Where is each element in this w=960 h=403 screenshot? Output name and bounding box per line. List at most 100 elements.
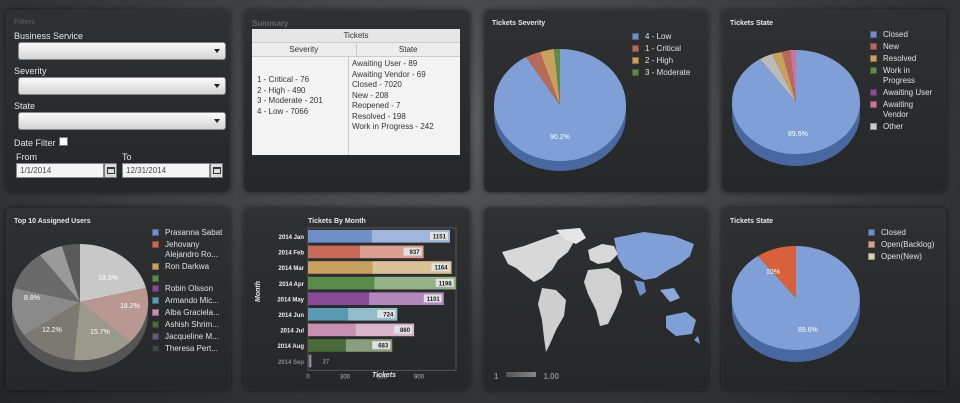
legend-item[interactable]: Open(New) (868, 252, 934, 262)
severity-label: Severity (14, 66, 47, 76)
state-item: Closed - 7020 (352, 80, 402, 89)
summary-table-header: Severity State (252, 43, 460, 57)
legend-item[interactable]: Armando Mic... (152, 296, 228, 306)
value-label: 937 (410, 250, 421, 256)
map-legend-min: 1 (494, 372, 499, 381)
legend-item[interactable]: 2 - High (632, 56, 690, 66)
date-filter-checkbox[interactable] (59, 137, 68, 146)
asia[interactable] (614, 232, 694, 280)
legend-label: 4 - Low (645, 32, 672, 41)
from-label: From (16, 152, 37, 162)
legend-item[interactable]: Ron Darkwa (152, 262, 228, 272)
north-america[interactable] (502, 232, 576, 282)
legend-item[interactable]: 4 - Low (632, 32, 690, 42)
africa[interactable] (584, 268, 622, 326)
legend-label: Open(New) (881, 252, 922, 261)
col-severity: Severity (289, 45, 319, 54)
severity-item: 1 - Critical - 76 (257, 75, 310, 84)
legend-item[interactable]: Jehovany Alejandro Ro... (152, 240, 228, 260)
world-map[interactable] (484, 208, 708, 390)
chevron-down-icon (214, 49, 220, 53)
legend-item[interactable]: Theresa Pert... (152, 344, 228, 354)
south-america[interactable] (538, 288, 566, 352)
from-calendar-button[interactable] (104, 163, 117, 178)
category-label: 2014 Mar (278, 266, 304, 272)
severity-list: 1 - Critical - 76 2 - High - 490 3 - Moder… (257, 75, 323, 117)
pie-label: 8.8% (24, 295, 40, 302)
severity-item: 3 - Moderate - 201 (257, 96, 323, 105)
state-label: State (14, 101, 36, 111)
legend-swatch (152, 285, 159, 292)
legend-item[interactable]: Robin Olsson (152, 284, 228, 294)
legend-label: Armando Mic... (165, 296, 219, 305)
legend-swatch (152, 333, 159, 340)
users-panel: Top 10 Assigned Users 18.3% 18.2% 15.7% … (6, 208, 230, 390)
legend-swatch (868, 229, 875, 236)
legend-item[interactable] (152, 274, 228, 282)
summary-table-title: Tickets (252, 29, 460, 43)
legend-swatch (152, 345, 159, 352)
new-zealand[interactable] (694, 336, 700, 344)
legend-label: Alba Graciela... (165, 308, 220, 317)
europe[interactable] (588, 244, 618, 264)
legend-item[interactable]: New (870, 42, 940, 52)
to-calendar-button[interactable] (210, 163, 223, 178)
business-service-label: Business Service (14, 31, 84, 41)
state-select[interactable] (18, 112, 226, 130)
legend-swatch (870, 31, 877, 38)
to-date-input[interactable]: 12/31/2014 (122, 163, 210, 178)
pie-label: 89.6% (798, 327, 818, 334)
legend-swatch (632, 33, 639, 40)
legend-item[interactable]: 3 - Moderate (632, 68, 690, 78)
legend-item[interactable]: 1 - Critical (632, 44, 690, 54)
pie-label: 89.6% (788, 131, 808, 138)
legend-swatch (870, 89, 877, 96)
legend-item[interactable]: Open(Backlog) (868, 240, 934, 250)
map-legend-gradient (505, 372, 536, 378)
summary-divider (348, 57, 349, 155)
category-label: 2014 Sep (278, 360, 304, 366)
legend-item[interactable]: Jacqueline M... (152, 332, 228, 342)
legend-swatch (870, 101, 877, 108)
legend-item[interactable]: Closed (868, 228, 934, 238)
legend-item[interactable]: Alba Graciela... (152, 308, 228, 318)
state-item: Reopened - 7 (352, 101, 401, 110)
from-date-input[interactable]: 1/1/2014 (16, 163, 104, 178)
legend-item[interactable]: Prasanna Sabat (152, 228, 228, 238)
pie-label: 90.2% (550, 134, 570, 141)
legend-label: Closed (881, 228, 906, 237)
chevron-down-icon (214, 84, 220, 88)
severity-select[interactable] (18, 77, 226, 95)
calendar-icon (107, 167, 115, 174)
state-panel: Tickets State 89.6% Closed New Resolved Wor… (722, 10, 946, 192)
month-panel: Tickets By Month Month 2014 Jan 1151 2014 … (244, 208, 470, 390)
legend-item[interactable]: Closed (870, 30, 940, 40)
legend-item[interactable]: Awaiting User (870, 88, 940, 98)
state-item: Awaiting Vendor - 69 (352, 69, 426, 79)
tick-label: 900 (414, 374, 425, 380)
pie-label: 10% (766, 269, 780, 276)
state-item: New - 208 (352, 90, 389, 100)
legend-swatch (152, 241, 159, 248)
state2-legend: Closed Open(Backlog) Open(New) (868, 228, 934, 264)
tick-label: 300 (340, 374, 351, 380)
legend-label: Awaiting Vendor (883, 100, 914, 119)
to-label: To (122, 152, 132, 162)
legend-item[interactable]: Other (870, 122, 940, 132)
legend-swatch (632, 57, 639, 64)
india[interactable] (634, 280, 646, 296)
legend-item[interactable]: Work in Progress (870, 66, 940, 86)
legend-item[interactable]: Resolved (870, 54, 940, 64)
legend-item[interactable]: Awaiting Vendor (870, 100, 940, 120)
legend-swatch (868, 241, 875, 248)
users-legend: Prasanna Sabat Jehovany Alejandro Ro... Ro… (152, 228, 228, 356)
value-label: 1198 (439, 281, 453, 287)
business-service-select[interactable] (18, 42, 226, 60)
summary-panel: Summary Tickets Severity State 1 - Criti… (244, 10, 470, 192)
australia[interactable] (666, 312, 696, 336)
col-state: State (355, 43, 461, 56)
value-label: 1164 (435, 266, 449, 272)
southeast-asia[interactable] (660, 288, 680, 302)
legend-item[interactable]: Ashish Shrim... (152, 320, 228, 330)
date-filter-label: Date Filter (14, 138, 56, 148)
